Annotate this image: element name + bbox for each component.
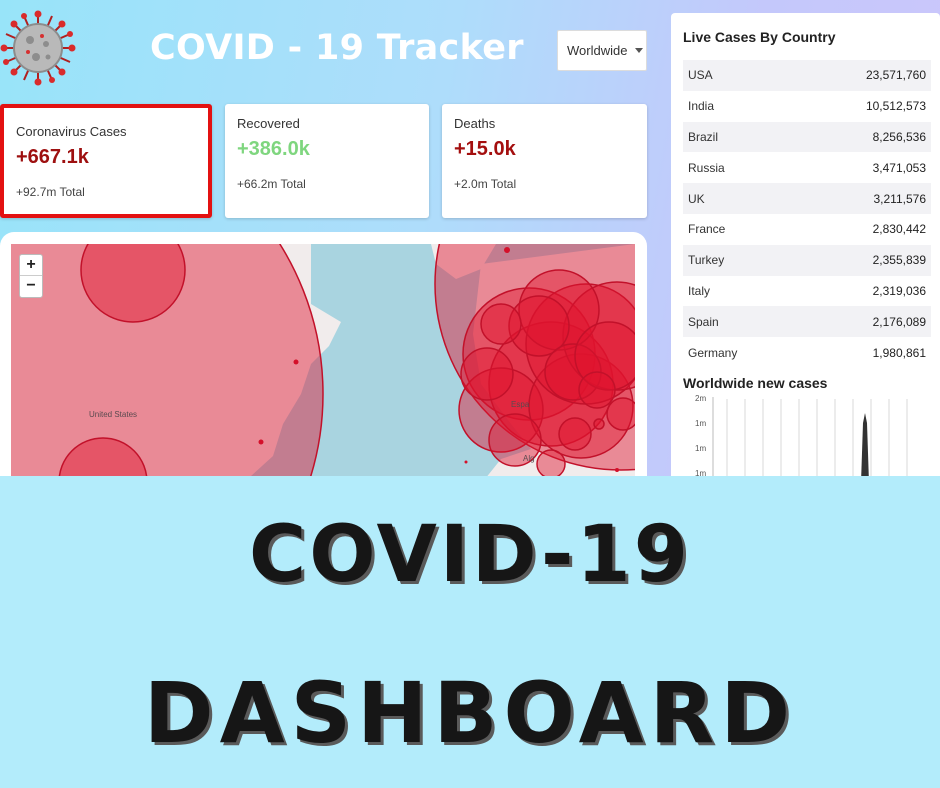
map-label-united-states: United States (89, 410, 138, 419)
row-country: Italy (688, 283, 711, 298)
table-row: UK 3,211,576 (683, 183, 931, 214)
table-row: Turkey 2,355,839 (683, 244, 931, 276)
row-country: France (688, 222, 726, 237)
cases-card-title: Coronavirus Cases (16, 124, 127, 139)
austria-cases-circle (578, 371, 616, 409)
dashboard-screenshot: COVID - 19 Tracker Worldwide Coronavirus… (0, 0, 940, 476)
recovered-card-title: Recovered (237, 116, 300, 131)
tunisia-cases-circle (558, 417, 592, 451)
headline-line-2: DASHBOARD (143, 664, 797, 762)
row-cases: 3,211,576 (873, 191, 927, 206)
map-label-algeria: Alg (523, 454, 535, 463)
row-cases: 2,319,036 (872, 283, 926, 298)
row-country: Russia (688, 160, 725, 175)
live-cases-panel: Live Cases By Country USA 23,571,760 Indi… (671, 13, 940, 476)
row-cases: 10,512,573 (865, 99, 926, 114)
greece-cases-circle (606, 397, 635, 431)
country-dropdown[interactable]: Worldwide (557, 30, 647, 71)
cases-map[interactable]: + − United States Espa Alg (11, 244, 635, 476)
table-row: India 10,512,573 (683, 91, 931, 122)
caret-down-icon (635, 48, 644, 53)
new-cases-chart: 2m 1m 1m 1m (695, 394, 908, 476)
coronavirus-logo-icon (0, 10, 76, 86)
new-cases-spike (861, 413, 869, 476)
row-cases: 2,830,442 (872, 222, 926, 237)
ireland-cases-circle (480, 303, 522, 345)
map-label-spain: Espa (511, 400, 530, 409)
table-row: Germany 1,980,861 (683, 337, 931, 368)
cases-card-value: +667.1k (16, 146, 89, 168)
algeria-cases-circle (536, 449, 566, 476)
live-cases-title: Live Cases By Country (683, 29, 836, 45)
row-cases: 23,571,760 (865, 68, 926, 83)
chart-y-tick: 2m (695, 394, 706, 403)
table-row: Italy 2,319,036 (683, 276, 931, 307)
row-country: Spain (688, 314, 719, 329)
row-cases: 1,980,861 (872, 345, 926, 360)
chart-y-tick: 1m (695, 469, 706, 476)
zoom-out-button[interactable]: − (20, 276, 42, 297)
row-country: Turkey (688, 253, 725, 268)
deaths-card-total: +2.0m Total (454, 177, 517, 191)
chart-y-tick: 1m (695, 444, 706, 453)
table-row: Russia 3,471,053 (683, 152, 931, 183)
malta-cases-circle (593, 418, 605, 430)
map-panel: + − United States Espa Alg (0, 232, 647, 476)
deaths-card[interactable]: Deaths +15.0k +2.0m Total (442, 104, 647, 218)
zoom-in-button[interactable]: + (20, 255, 42, 276)
cases-card[interactable]: Coronavirus Cases +667.1k +92.7m Total (0, 104, 212, 218)
recovered-card[interactable]: Recovered +386.0k +66.2m Total (225, 104, 429, 218)
row-cases: 3,471,053 (872, 160, 926, 175)
deaths-card-title: Deaths (454, 116, 496, 131)
row-cases: 2,355,839 (872, 253, 926, 268)
new-cases-chart-title: Worldwide new cases (683, 375, 828, 391)
cases-card-total: +92.7m Total (16, 185, 85, 199)
row-country: India (688, 99, 715, 114)
recovered-card-total: +66.2m Total (237, 177, 306, 191)
deaths-card-value: +15.0k (454, 138, 516, 160)
table-row: USA 23,571,760 (683, 60, 931, 91)
portugal-cases-circle (460, 347, 514, 401)
row-cases: 2,176,089 (872, 314, 926, 329)
table-row: Brazil 8,256,536 (683, 121, 931, 153)
table-row: Spain 2,176,089 (683, 306, 931, 338)
headline-line-1: COVID-19 (249, 510, 691, 600)
country-dropdown-value: Worldwide (567, 43, 628, 58)
map-zoom-control: + − (19, 254, 43, 298)
row-country: Brazil (688, 129, 719, 144)
recovered-card-value: +386.0k (237, 138, 310, 160)
row-country: UK (688, 191, 705, 206)
row-cases: 8,256,536 (872, 129, 926, 144)
app-title: COVID - 19 Tracker (150, 28, 524, 68)
map-graphic (11, 244, 635, 476)
chart-y-tick: 1m (695, 419, 706, 428)
live-cases-table: USA 23,571,760 India 10,512,573 Brazil 8,25… (683, 60, 931, 368)
row-country: Germany (688, 345, 738, 360)
table-row: France 2,830,442 (683, 214, 931, 245)
row-country: USA (688, 68, 713, 83)
